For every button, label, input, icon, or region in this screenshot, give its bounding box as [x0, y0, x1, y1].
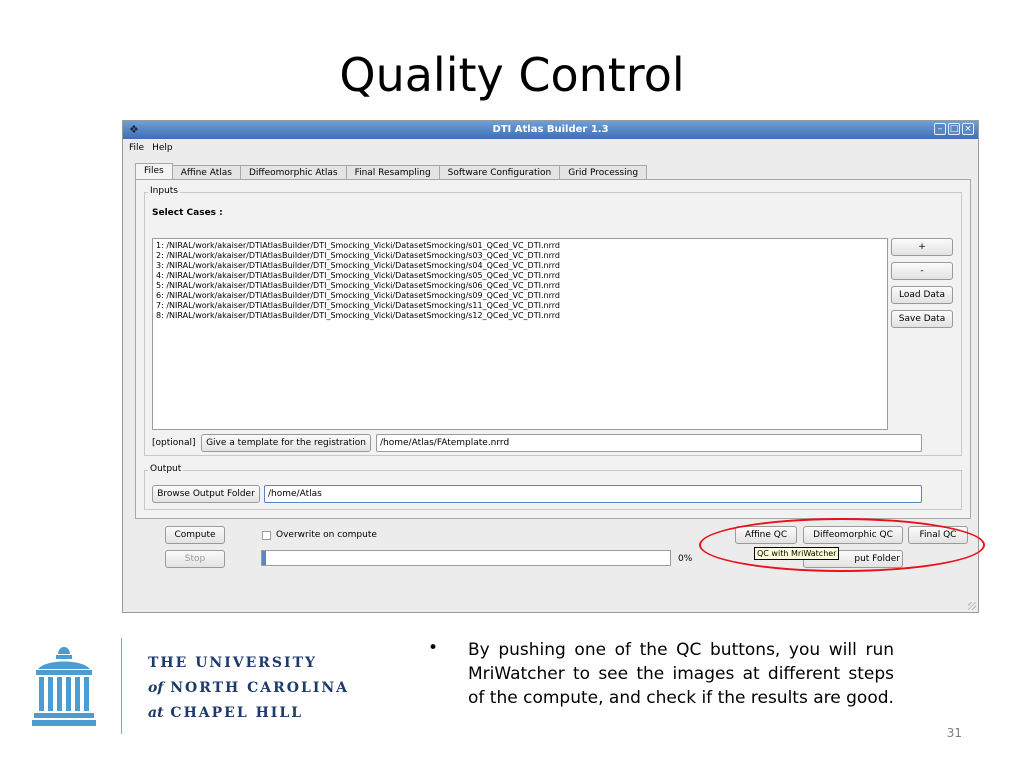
slide-title: Quality Control: [339, 48, 685, 102]
template-path-input[interactable]: /home/Atlas/FAtemplate.nrrd: [376, 434, 922, 452]
load-data-button[interactable]: Load Data: [891, 286, 953, 304]
qc-highlight-ellipse: [699, 518, 985, 572]
minimize-icon[interactable]: –: [934, 123, 946, 135]
list-item[interactable]: 3: /NIRAL/work/akaiser/DTIAtlasBuilder/D…: [156, 261, 884, 271]
window-title: DTI Atlas Builder 1.3: [492, 124, 609, 135]
add-case-button[interactable]: +: [891, 238, 953, 256]
list-item[interactable]: 8: /NIRAL/work/akaiser/DTIAtlasBuilder/D…: [156, 311, 884, 321]
university-line-1: THE UNIVERSITY: [148, 655, 317, 671]
select-cases-label: Select Cases :: [152, 208, 223, 218]
progress-text: 0%: [678, 554, 693, 564]
bullet-dot-icon: •: [428, 638, 439, 658]
list-item[interactable]: 5: /NIRAL/work/akaiser/DTIAtlasBuilder/D…: [156, 281, 884, 291]
output-folder-input[interactable]: /home/Atlas: [264, 485, 922, 503]
list-item[interactable]: 2: /NIRAL/work/akaiser/DTIAtlasBuilder/D…: [156, 251, 884, 261]
logo-divider: [121, 638, 122, 734]
tab-final-resampling[interactable]: Final Resampling: [345, 165, 440, 180]
browse-output-folder-button[interactable]: Browse Output Folder: [152, 485, 260, 503]
tab-diffeomorphic-atlas[interactable]: Diffeomorphic Atlas: [239, 165, 347, 180]
university-line-3-rest: CHAPEL HILL: [170, 705, 304, 721]
page-number: 31: [946, 726, 962, 740]
maximize-icon[interactable]: □: [948, 123, 960, 135]
menu-file[interactable]: File: [129, 140, 144, 156]
resize-grip[interactable]: [968, 602, 976, 610]
close-icon[interactable]: ×: [962, 123, 974, 135]
remove-case-button[interactable]: -: [891, 262, 953, 280]
progress-bar: [261, 550, 671, 566]
university-line-2-prefix: of: [148, 680, 164, 696]
university-line-2-rest: NORTH CAROLINA: [170, 680, 350, 696]
files-tab-panel: Inputs Select Cases : 1: /NIRAL/work/aka…: [135, 179, 971, 519]
tab-files[interactable]: Files: [135, 163, 173, 180]
bullet-text: By pushing one of the QC buttons, you wi…: [468, 640, 894, 708]
progress-fill: [262, 551, 267, 565]
output-group-title: Output: [148, 464, 184, 474]
title-bar[interactable]: ❖ DTI Atlas Builder 1.3 – □ ×: [123, 121, 978, 139]
save-data-button[interactable]: Save Data: [891, 310, 953, 328]
list-item[interactable]: 4: /NIRAL/work/akaiser/DTIAtlasBuilder/D…: [156, 271, 884, 281]
overwrite-label: Overwrite on compute: [276, 530, 377, 540]
inputs-group-title: Inputs: [148, 186, 180, 196]
university-line-3: at CHAPEL HILL: [148, 705, 303, 721]
old-well-logo-icon: [32, 645, 96, 733]
menu-bar: File Help: [123, 140, 173, 156]
university-line-2: of NORTH CAROLINA: [148, 680, 349, 696]
optional-label: [optional]: [152, 438, 196, 448]
list-item[interactable]: 6: /NIRAL/work/akaiser/DTIAtlasBuilder/D…: [156, 291, 884, 301]
tab-affine-atlas[interactable]: Affine Atlas: [171, 165, 241, 180]
list-item[interactable]: 7: /NIRAL/work/akaiser/DTIAtlasBuilder/D…: [156, 301, 884, 311]
template-button[interactable]: Give a template for the registration: [201, 434, 371, 452]
overwrite-checkbox[interactable]: [262, 531, 271, 540]
tab-bar: Files Affine Atlas Diffeomorphic Atlas F…: [135, 163, 648, 180]
list-item[interactable]: 1: /NIRAL/work/akaiser/DTIAtlasBuilder/D…: [156, 241, 884, 251]
university-line-3-prefix: at: [148, 705, 164, 721]
stop-button[interactable]: Stop: [165, 550, 225, 568]
cases-list[interactable]: 1: /NIRAL/work/akaiser/DTIAtlasBuilder/D…: [152, 238, 888, 430]
tab-software-configuration[interactable]: Software Configuration: [438, 165, 561, 180]
compute-button[interactable]: Compute: [165, 526, 225, 544]
tab-grid-processing[interactable]: Grid Processing: [559, 165, 648, 180]
menu-help[interactable]: Help: [152, 140, 173, 156]
